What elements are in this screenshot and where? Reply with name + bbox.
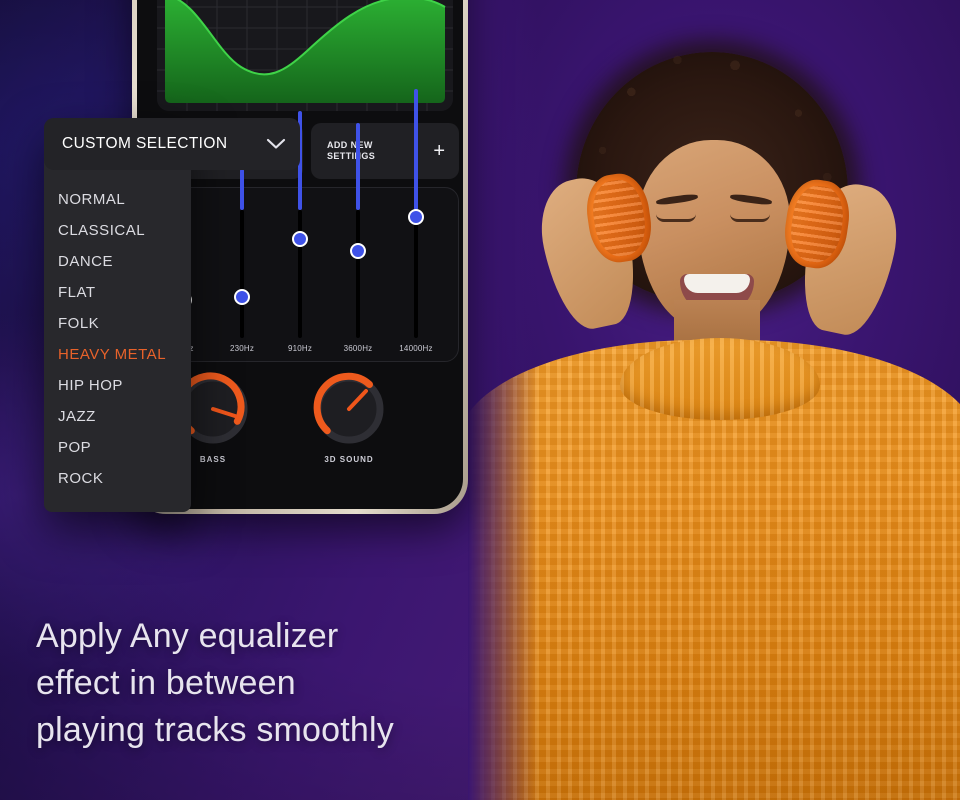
preset-option-flat[interactable]: FLAT bbox=[44, 277, 191, 308]
eq-freq-label: 3600Hz bbox=[343, 344, 373, 353]
eq-track bbox=[298, 210, 302, 338]
frequency-response-chart bbox=[157, 0, 453, 111]
eq-fill bbox=[240, 169, 244, 210]
teeth bbox=[684, 274, 750, 293]
knob-3dsound-svg bbox=[313, 372, 384, 444]
add-new-settings-label: ADD NEW SETTINGS bbox=[327, 140, 376, 161]
eq-track bbox=[356, 210, 360, 338]
chevron-down-icon bbox=[266, 138, 286, 150]
preset-option-pop[interactable]: POP bbox=[44, 432, 191, 463]
preset-option-jazz[interactable]: JAZZ bbox=[44, 401, 191, 432]
eq-thumb[interactable] bbox=[292, 231, 308, 247]
eq-track bbox=[414, 210, 418, 338]
knob-panel: BASS 3D SOUND bbox=[151, 371, 459, 491]
eq-freq-label: 14000Hz bbox=[399, 344, 433, 353]
eye-left bbox=[656, 214, 696, 222]
eq-fill bbox=[356, 123, 360, 210]
photo-left-fade bbox=[468, 0, 538, 800]
eq-thumb[interactable] bbox=[234, 289, 250, 305]
eye-right bbox=[730, 214, 770, 222]
preset-option-rock[interactable]: ROCK bbox=[44, 463, 191, 494]
chart-svg bbox=[157, 0, 453, 111]
eq-thumb[interactable] bbox=[408, 209, 424, 225]
preset-option-classical[interactable]: CLASSICAL bbox=[44, 215, 191, 246]
preset-option-normal[interactable]: NORMAL bbox=[44, 184, 191, 215]
knob-3d-sound[interactable]: 3D SOUND bbox=[311, 371, 387, 464]
headline-line-1: Apply Any equalizer bbox=[36, 617, 339, 655]
plus-icon: + bbox=[433, 140, 445, 162]
preset-dropdown[interactable]: CUSTOM SELECTION NORMAL CLASSICAL DANCE … bbox=[44, 118, 300, 512]
knob-label: 3D SOUND bbox=[324, 455, 374, 464]
equalizer-panel: 60Hz 230Hz 910Hz 3600Hz bbox=[151, 89, 459, 362]
add-new-settings-button[interactable]: ADD NEW SETTINGS + bbox=[311, 123, 459, 179]
knob-dial[interactable] bbox=[311, 371, 387, 447]
hero-photo bbox=[468, 0, 960, 800]
preset-option-dance[interactable]: DANCE bbox=[44, 246, 191, 277]
eq-track bbox=[240, 210, 244, 338]
headline: Apply Any equalizer effect in between pl… bbox=[36, 613, 394, 754]
headline-line-2: effect in between bbox=[36, 664, 296, 702]
eq-fill bbox=[414, 89, 418, 210]
eq-freq-label: 230Hz bbox=[229, 344, 255, 353]
preset-dropdown-selected-label: CUSTOM SELECTION bbox=[62, 135, 228, 152]
preset-dropdown-trigger[interactable]: CUSTOM SELECTION bbox=[44, 118, 300, 170]
headline-line-3: playing tracks smoothly bbox=[36, 711, 394, 749]
eq-thumb[interactable] bbox=[350, 243, 366, 259]
eq-freq-label: 910Hz bbox=[287, 344, 313, 353]
preset-dropdown-list: NORMAL CLASSICAL DANCE FLAT FOLK HEAVY M… bbox=[44, 170, 191, 512]
preset-option-heavy-metal[interactable]: HEAVY METAL bbox=[44, 339, 191, 370]
preset-option-folk[interactable]: FOLK bbox=[44, 308, 191, 339]
preset-option-hip-hop[interactable]: HIP HOP bbox=[44, 370, 191, 401]
